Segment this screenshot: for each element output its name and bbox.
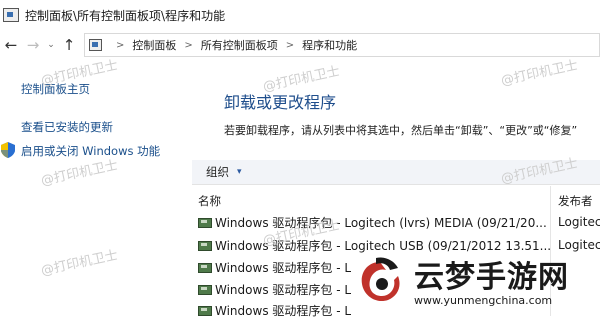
command-toolbar: 组织 ▾ [192, 160, 600, 185]
left-task-pane: 控制面板主页 查看已安装的更新 启用或关闭 Windows 功能 [0, 60, 192, 316]
driver-package-icon [198, 304, 212, 316]
turn-windows-features-link[interactable]: 启用或关闭 Windows 功能 [21, 143, 160, 159]
view-installed-updates-link[interactable]: 查看已安装的更新 [21, 119, 113, 135]
control-panel-icon [3, 8, 19, 22]
uac-shield-icon [1, 142, 15, 158]
recent-locations-button[interactable]: ⌄ [44, 40, 58, 50]
program-name: Windows 驱动程序包 - Logitech (lvrs) MEDIA (0… [215, 215, 547, 230]
program-row[interactable]: Windows 驱动程序包 - Logitech (lvrs) MEDIA (0… [198, 212, 547, 232]
back-button[interactable]: ← [0, 36, 22, 54]
driver-package-icon [198, 216, 212, 228]
window-titlebar: 控制面板\所有控制面板项\程序和功能 [0, 0, 600, 30]
brand-logo-icon [356, 257, 404, 306]
address-bar[interactable]: > 控制面板 > 所有控制面板项 > 程序和功能 [84, 33, 600, 57]
program-row[interactable]: Windows 驱动程序包 - L [198, 279, 351, 299]
column-header-publisher[interactable]: 发布者 [558, 193, 593, 209]
window-title: 控制面板\所有控制面板项\程序和功能 [25, 8, 226, 23]
column-header-name[interactable]: 名称 [198, 193, 221, 209]
driver-package-icon [198, 261, 212, 273]
breadcrumb-programs-features[interactable]: 程序和功能 [302, 37, 357, 53]
brand-url: www.yunmengchina.com [414, 294, 553, 307]
driver-package-icon [198, 239, 212, 251]
page-title: 卸载或更改程序 [224, 93, 337, 112]
brand-watermark: 云梦手游网 www.yunmengchina.com [350, 248, 598, 314]
program-row[interactable]: Windows 驱动程序包 - L [198, 257, 351, 277]
control-panel-icon [89, 39, 102, 51]
breadcrumb-all-items[interactable]: 所有控制面板项 [201, 37, 278, 53]
forward-button[interactable]: → [22, 36, 44, 54]
program-name: Windows 驱动程序包 - L [215, 282, 352, 297]
control-panel-home-link[interactable]: 控制面板主页 [21, 81, 90, 97]
chevron-down-icon[interactable]: ▾ [237, 167, 242, 177]
breadcrumb-separator: > [116, 39, 125, 51]
breadcrumb-separator: > [184, 39, 193, 51]
navigation-bar: ← → ⌄ ↑ > 控制面板 > 所有控制面板项 > 程序和功能 [0, 30, 600, 60]
program-row[interactable]: Windows 驱动程序包 - L [198, 300, 351, 320]
organize-menu-button[interactable]: 组织 [206, 164, 229, 180]
up-button[interactable]: ↑ [58, 36, 80, 54]
breadcrumb-control-panel[interactable]: 控制面板 [132, 37, 176, 53]
brand-name: 云梦手游网 [414, 260, 569, 295]
driver-package-icon [198, 283, 212, 295]
breadcrumb-separator: > [285, 39, 295, 51]
program-publisher: Logitec [558, 215, 600, 229]
program-name: Windows 驱动程序包 - L [215, 260, 352, 275]
page-description: 若要卸载程序，请从列表中将其选中，然后单击“卸载”、“更改”或“修复” [224, 124, 578, 137]
